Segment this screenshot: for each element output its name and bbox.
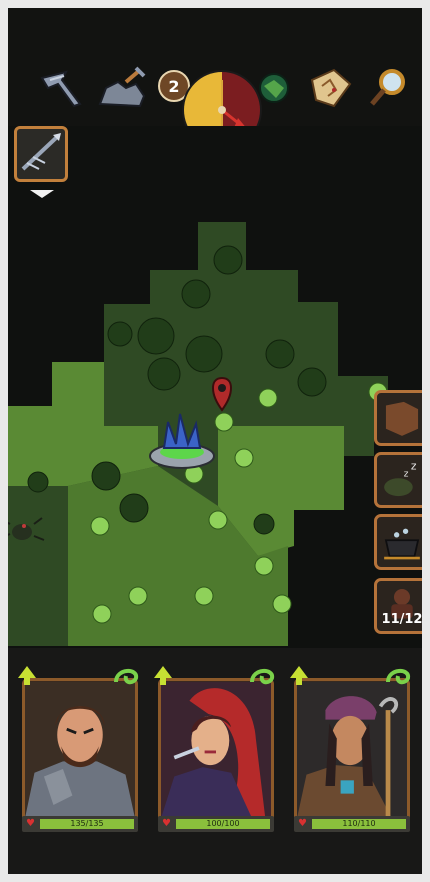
svg-text:z: z (404, 469, 409, 479)
heart-icon: ♥ (162, 818, 171, 829)
hp-text: 100/100 (206, 819, 240, 828)
game-map[interactable] (8, 126, 422, 656)
magnifier-icon[interactable] (362, 66, 414, 110)
side-button-camp[interactable]: 11/12 (374, 578, 422, 634)
hero-card-warrior[interactable]: ♥ 135/135 (18, 666, 142, 834)
green-swirl-icon (386, 669, 410, 685)
hero-card-rogue[interactable]: ♥ 100/100 (154, 666, 278, 834)
party-panel: ♥ 135/135 ♥ 100/100 ♥ 110/110 (8, 648, 422, 874)
top-toolbar: 2 (8, 8, 422, 150)
svg-text:z: z (411, 459, 417, 472)
side-button-cauldron[interactable] (374, 514, 422, 570)
hp-text: 135/135 (70, 819, 104, 828)
expand-arrow-icon[interactable] (30, 190, 54, 198)
hero-card-mystic[interactable]: ♥ 110/110 (290, 666, 414, 834)
goblin-icon[interactable] (254, 66, 294, 110)
pickaxe-icon[interactable] (36, 66, 88, 110)
camp-count: 11/12 (381, 612, 422, 627)
hero-portrait-rogue (158, 678, 274, 822)
hp-bar: ♥ 100/100 (158, 816, 274, 832)
heart-icon: ♥ (26, 818, 35, 829)
side-button-terrain[interactable] (374, 390, 422, 446)
green-swirl-icon (250, 669, 274, 685)
hero-portrait-warrior (22, 678, 138, 822)
treasure-map-icon[interactable] (304, 66, 356, 110)
heart-icon: ♥ (298, 818, 307, 829)
hp-bar: ♥ 110/110 (294, 816, 410, 832)
rock-icon[interactable] (96, 66, 148, 110)
hero-portrait-mystic (294, 678, 410, 822)
hp-text: 110/110 (342, 819, 376, 828)
green-swirl-icon (114, 669, 138, 685)
hp-bar: ♥ 135/135 (22, 816, 138, 832)
equipped-weapon-slot[interactable] (14, 126, 68, 182)
side-button-rest[interactable]: zz (374, 452, 422, 508)
game-screen: 2 z z 11/12 ♥ 135/135 ♥ 100/100 ♥ 110/11… (8, 8, 422, 874)
